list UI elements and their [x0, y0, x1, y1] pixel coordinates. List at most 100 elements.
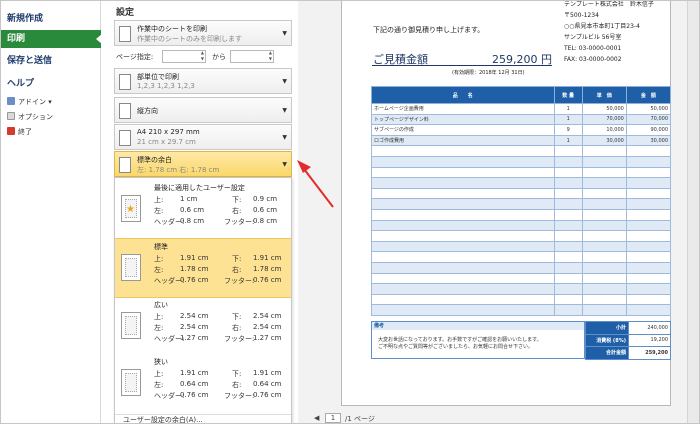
nav-exit[interactable]: 終了: [7, 126, 32, 138]
label-bottom: 下:: [232, 313, 242, 321]
paper-icon: [119, 130, 131, 146]
value-right: 2.54 cm: [253, 323, 282, 331]
cell-price: 50,000: [581, 103, 627, 115]
value-header: 0.76 cm: [180, 391, 209, 399]
label-left: 左:: [154, 266, 164, 274]
cell-item: ホームページ企画費用: [371, 103, 555, 115]
value-header: 0.76 cm: [180, 276, 209, 284]
label-right: 右:: [232, 381, 242, 389]
chevron-down-icon: ▼: [282, 78, 287, 85]
nav-addin[interactable]: アドイン ▾: [7, 96, 52, 108]
value-bottom: 1.91 cm: [253, 254, 282, 262]
option-title: 狭い: [154, 358, 168, 366]
margin-option-narrow[interactable]: 狭い 上: 1.91 cm 下: 1.91 cm 左: 0.64 cm 右: 0…: [115, 354, 291, 414]
margin-preview-icon: [121, 312, 141, 339]
value-top: 1.91 cm: [180, 369, 209, 377]
options-icon: [7, 112, 15, 120]
print-preview: テンプレート株式会社 鈴木信子 〒500-1234 ○○県見本市本町1丁目23-…: [298, 1, 699, 423]
paper-size-dropdown[interactable]: A4 210 x 297 mm 21 cm x 29.7 cm ▼: [114, 124, 292, 150]
label-bottom: 下:: [232, 255, 242, 263]
margins-icon: [119, 157, 131, 173]
settings-title: 設定: [116, 8, 135, 18]
preview-scrollbar[interactable]: [687, 1, 699, 423]
cell-amount: 30,000: [625, 134, 672, 147]
pages-to-input[interactable]: [230, 50, 274, 63]
cell-qty: 9: [553, 124, 583, 136]
margin-option-normal[interactable]: 標準 上: 1.91 cm 下: 1.91 cm 左: 1.78 cm 右: 1…: [115, 238, 291, 298]
table-row: トップページデザイン料 1 70,000 70,000: [371, 113, 672, 126]
label-top: 上:: [154, 313, 164, 321]
page-count: /1 ページ: [345, 415, 375, 423]
value-header: 0.8 cm: [180, 217, 205, 225]
label-top: 上:: [154, 370, 164, 378]
margin-option-last-custom[interactable]: ★ 最後に適用したユーザー設定 上: 1 cm 下: 0.9 cm 左: 0.6…: [115, 180, 291, 240]
prev-page-icon[interactable]: ◀: [314, 414, 319, 422]
pages-from-input[interactable]: [162, 50, 206, 63]
label-footer: フッター:: [224, 392, 255, 400]
doc-underline: [372, 65, 552, 66]
nav-options-label: オプション: [18, 113, 53, 121]
margins-dropdown[interactable]: 標準の余白 左: 1.78 cm 右: 1.78 cm ▼: [114, 151, 292, 177]
margin-option-wide[interactable]: 広い 上: 2.54 cm 下: 2.54 cm 左: 2.54 cm 右: 2…: [115, 297, 291, 357]
label-left: 左:: [154, 207, 164, 215]
estimate-table: 品 名 数 量 単 価 金 額 ホームページ企画費用 1 50,000 50,0…: [371, 86, 672, 316]
cell-item: サブページの作成: [371, 124, 555, 136]
print-what-dropdown[interactable]: 作業中のシートを印刷 作業中のシートのみを印刷します ▼: [114, 20, 292, 46]
nav-options[interactable]: オプション: [7, 111, 53, 123]
nav-help[interactable]: ヘルプ: [1, 75, 97, 93]
nav-addin-label: アドイン ▾: [18, 98, 52, 106]
total-label: 合計金額: [585, 346, 629, 360]
doc-tel: TEL: 03-0000-0001: [564, 45, 622, 52]
pages-label: ページ指定:: [116, 53, 154, 61]
value-bottom: 1.91 cm: [253, 369, 282, 377]
cell-price: 30,000: [581, 134, 627, 147]
table-row-empty: [371, 198, 672, 210]
label-top: 上:: [154, 196, 164, 204]
notes-title: 備考: [372, 322, 584, 330]
totals-table: 小計 240,000 消費税 (8%) 19,200 合計金額 259,200: [585, 321, 671, 360]
print-what-label: 作業中のシートを印刷: [137, 25, 207, 33]
portrait-icon: [119, 103, 131, 119]
table-row-empty: [371, 240, 672, 253]
collate-dropdown[interactable]: 部単位で印刷 1,2,3 1,2,3 1,2,3 ▼: [114, 68, 292, 94]
table-row-empty: [371, 230, 672, 242]
label-top: 上:: [154, 255, 164, 263]
table-row: ホームページ企画費用 1 50,000 50,000: [371, 103, 672, 115]
chevron-down-icon: ▼: [282, 30, 287, 37]
nav-exit-label: 終了: [18, 128, 32, 136]
label-right: 右:: [232, 324, 242, 332]
table-row-empty: [371, 177, 672, 189]
doc-company: テンプレート株式会社 鈴木信子: [564, 1, 654, 8]
label-footer: フッター:: [224, 277, 255, 285]
doc-fax: FAX: 03-0000-0002: [564, 56, 622, 63]
col-amount: 金 額: [625, 86, 672, 104]
nav-print[interactable]: 印刷: [1, 30, 102, 48]
table-row-empty: [371, 187, 672, 200]
notes-box: 備考 大変お世話になっております。お手数ですがご確認をお願いいたします。 ご不明…: [371, 321, 585, 359]
table-row-empty: [371, 283, 672, 295]
orientation-dropdown[interactable]: 縦方向 ▼: [114, 97, 292, 123]
table-row-empty: [371, 272, 672, 285]
label-left: 左:: [154, 324, 164, 332]
table-row-empty: [371, 304, 672, 316]
cell-price: 70,000: [581, 113, 627, 126]
cell-qty: 1: [553, 103, 583, 115]
doc-building: サンプルビル 56号室: [564, 34, 622, 41]
option-title: 最後に適用したユーザー設定: [154, 184, 245, 192]
star-icon: ★: [126, 204, 135, 215]
option-title: 標準: [154, 243, 168, 251]
cell-amount: 70,000: [625, 113, 672, 126]
custom-margins-item[interactable]: ユーザー設定の余白(A)...: [115, 414, 291, 423]
print-backstage-window: 新規作成 印刷 保存と送信 ヘルプ アドイン ▾ オプション 終了 設定 作業中…: [0, 0, 700, 424]
value-bottom: 0.9 cm: [253, 195, 278, 203]
page-number-input[interactable]: 1: [325, 413, 341, 423]
cell-qty: 1: [553, 113, 583, 126]
cell-item: ロゴ作成費用: [371, 134, 555, 147]
cell-amount: 50,000: [625, 103, 672, 115]
nav-new[interactable]: 新規作成: [1, 10, 97, 28]
collate-label: 部単位で印刷: [137, 73, 179, 81]
table-row-empty: [371, 293, 672, 306]
table-row-empty: [371, 261, 672, 274]
chevron-down-icon: ▼: [282, 134, 287, 141]
nav-save-send[interactable]: 保存と送信: [1, 52, 97, 70]
